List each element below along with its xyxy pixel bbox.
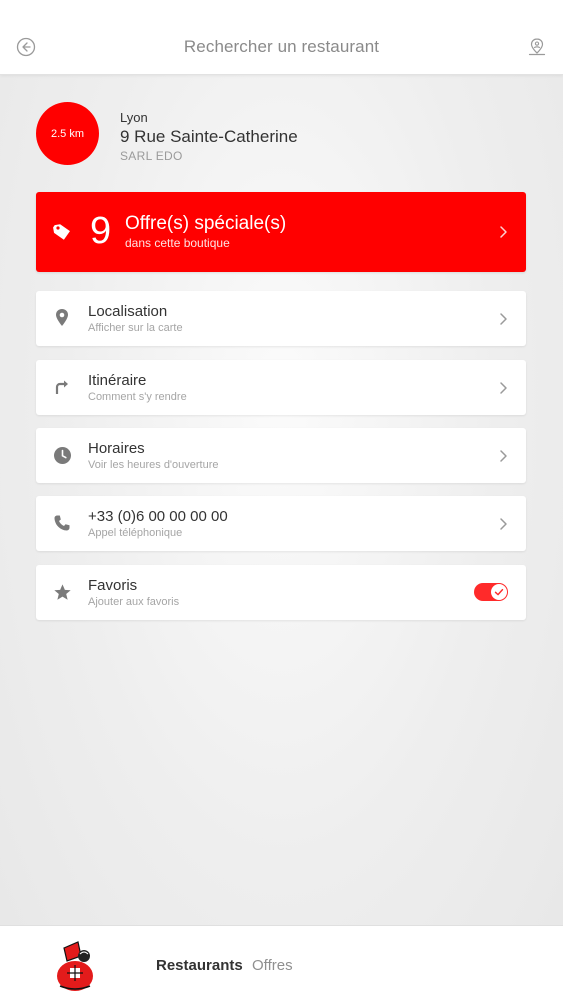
tab-offres[interactable]: Offres xyxy=(252,957,293,974)
row-subtitle: Voir les heures d'ouverture xyxy=(88,459,219,471)
top-bar: Rechercher un restaurant xyxy=(0,0,563,75)
chevron-right-icon xyxy=(498,447,510,465)
checkmark-icon xyxy=(494,588,504,596)
chevron-right-icon xyxy=(498,310,510,328)
row-subtitle: Comment s'y rendre xyxy=(88,391,187,403)
row-title: Localisation xyxy=(88,303,168,320)
row-subtitle: Appel téléphonique xyxy=(88,527,183,539)
location-row[interactable]: Localisation Afficher sur la carte xyxy=(36,291,526,346)
phone-icon xyxy=(52,513,72,533)
row-title: Horaires xyxy=(88,440,145,457)
row-title: Itinéraire xyxy=(88,372,147,389)
clock-icon xyxy=(52,445,72,465)
tab-restaurants[interactable]: Restaurants xyxy=(156,957,243,974)
toggle-knob xyxy=(491,584,507,600)
star-icon xyxy=(52,582,72,602)
special-offers-button[interactable]: 9 Offre(s) spéciale(s) dans cette boutiq… xyxy=(36,192,526,272)
store-address: 9 Rue Sainte-Catherine xyxy=(120,127,298,146)
store-company: SARL EDO xyxy=(120,149,183,163)
favorites-row: Favoris Ajouter aux favoris xyxy=(36,565,526,620)
person-pin-icon[interactable] xyxy=(525,35,549,59)
page-title: Rechercher un restaurant xyxy=(183,37,380,56)
chevron-right-icon xyxy=(498,515,510,533)
turn-right-arrow-icon xyxy=(52,377,72,397)
directions-row[interactable]: Itinéraire Comment s'y rendre xyxy=(36,360,526,415)
chevron-right-icon xyxy=(498,223,510,241)
store-city: Lyon xyxy=(120,110,148,125)
brand-logo xyxy=(50,934,100,994)
favorite-toggle[interactable] xyxy=(474,583,508,601)
offer-subtitle: dans cette boutique xyxy=(125,236,230,250)
distance-badge: 2.5 km xyxy=(36,102,99,165)
opening-hours-row[interactable]: Horaires Voir les heures d'ouverture xyxy=(36,428,526,483)
offer-count: 9 xyxy=(90,210,112,252)
tag-icon xyxy=(52,222,72,242)
distance-label: 2.5 km xyxy=(50,127,84,140)
bottom-navigation: Restaurants Offres xyxy=(0,925,563,1000)
location-pin-icon xyxy=(52,308,72,328)
phone-call-row[interactable]: +33 (0)6 00 00 00 00 Appel téléphonique xyxy=(36,496,526,551)
row-subtitle: Afficher sur la carte xyxy=(88,322,183,334)
offer-title: Offre(s) spéciale(s) xyxy=(125,213,287,234)
row-subtitle: Ajouter aux favoris xyxy=(88,596,180,608)
row-title: Favoris xyxy=(88,577,138,594)
row-title: +33 (0)6 00 00 00 00 xyxy=(88,508,228,525)
store-header: 2.5 km Lyon 9 Rue Sainte-Catherine SARL … xyxy=(36,102,526,166)
chevron-right-icon xyxy=(498,379,510,397)
